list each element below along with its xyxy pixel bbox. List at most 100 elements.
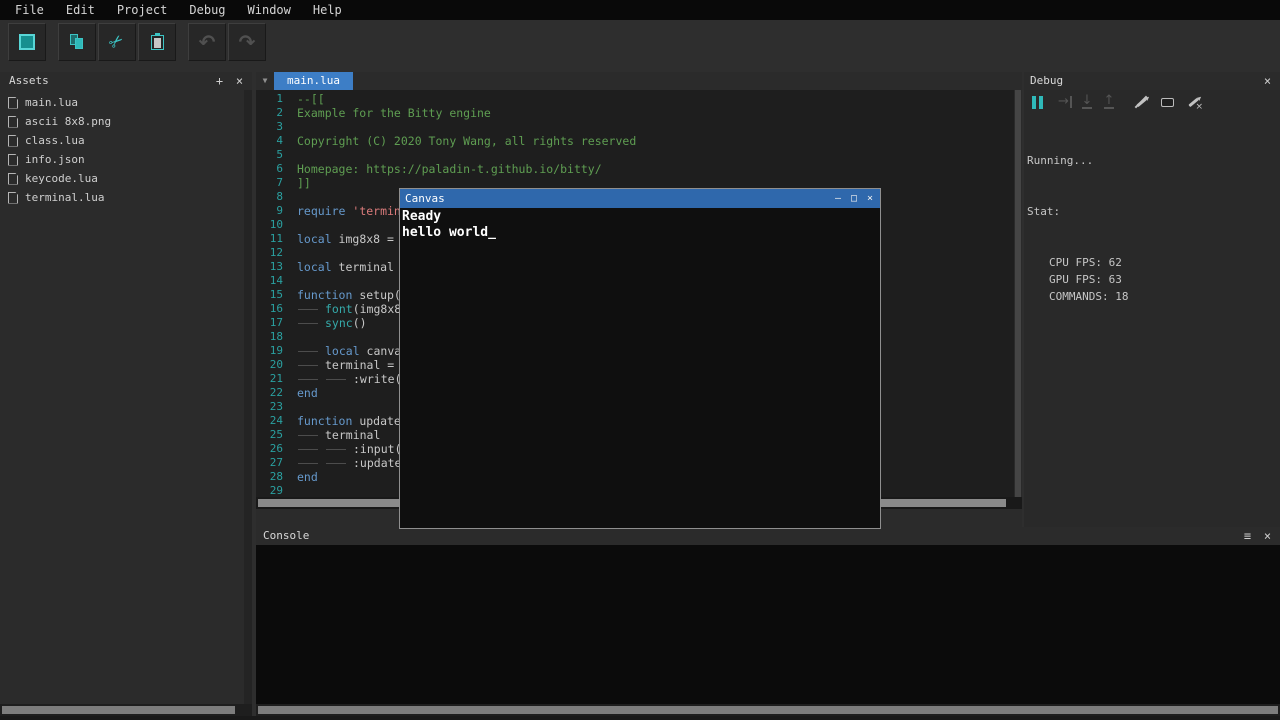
cut-button[interactable]: ✂ [98, 23, 136, 61]
menu-edit[interactable]: Edit [55, 0, 106, 20]
console-header: Console ≡ × [256, 527, 1280, 545]
file-icon [8, 116, 18, 128]
run-icon [19, 34, 35, 50]
menu-file[interactable]: File [4, 0, 55, 20]
asset-item-keycode-lua[interactable]: keycode.lua [0, 169, 252, 188]
stat-value: 18 [1115, 290, 1128, 303]
menu-debug[interactable]: Debug [178, 0, 236, 20]
tab-main-lua[interactable]: main.lua [274, 72, 353, 90]
paste-button[interactable] [138, 23, 176, 61]
scrollbar-thumb[interactable] [1015, 90, 1021, 497]
debug-body: Running... Stat: CPU FPS: 62GPU FPS: 63C… [1024, 114, 1280, 527]
line-number: 11 [256, 232, 283, 246]
redo-button[interactable]: ↷ [228, 23, 266, 61]
debug-toolbar: → ↓ ↑ × [1024, 90, 1280, 114]
debug-panel: Debug × → ↓ ↑ × Running.. [1024, 72, 1280, 527]
tab-list-dropdown-icon[interactable]: ▼ [256, 72, 274, 90]
console-close-button[interactable]: × [1261, 527, 1274, 545]
toggle-breakpoint-button[interactable] [1131, 92, 1151, 112]
line-number: 24 [256, 414, 283, 428]
minimize-button[interactable]: – [830, 191, 846, 207]
asset-label: info.json [25, 153, 85, 166]
undo-button[interactable]: ↶ [188, 23, 226, 61]
canvas-output-line: hello world_ [402, 225, 878, 241]
assets-header: Assets + × [0, 72, 252, 90]
asset-item-info-json[interactable]: info.json [0, 150, 252, 169]
pencil-slash-icon [1132, 94, 1150, 110]
asset-item-class-lua[interactable]: class.lua [0, 131, 252, 150]
code-line-4[interactable]: 4Copyright (C) 2020 Tony Wang, all right… [256, 134, 1022, 148]
assets-title: Assets [9, 72, 49, 90]
canvas-title: Canvas [405, 192, 445, 205]
assets-list: main.luaascii 8x8.png class.lua info.json k… [0, 90, 252, 207]
stat-label: CPU FPS: [1049, 256, 1109, 269]
code-line-6[interactable]: 6Homepage: https://paladin-t.github.io/b… [256, 162, 1022, 176]
asset-label: terminal.lua [25, 191, 104, 204]
disable-breakpoints-button[interactable] [1157, 92, 1177, 112]
paste-icon [151, 35, 164, 50]
step-over-button[interactable]: → [1055, 92, 1075, 112]
run-button[interactable] [8, 23, 46, 61]
close-button[interactable]: × [862, 191, 878, 207]
indent-guide [325, 442, 353, 456]
indent-guide [325, 456, 353, 470]
console-horizontal-scrollbar[interactable] [256, 704, 1280, 716]
assets-close-button[interactable]: × [233, 72, 246, 90]
window-bottom-edge [0, 716, 1280, 720]
maximize-button[interactable]: □ [846, 191, 862, 207]
indent-guide [297, 428, 325, 442]
line-number: 8 [256, 190, 283, 204]
asset-label: class.lua [25, 134, 85, 147]
debug-close-button[interactable]: × [1261, 72, 1274, 90]
step-into-icon: ↓ [1082, 95, 1093, 109]
asset-item-terminal-lua[interactable]: terminal.lua [0, 188, 252, 207]
stat-label: GPU FPS: [1049, 273, 1109, 286]
asset-item-main-lua[interactable]: main.lua [0, 93, 252, 112]
line-number: 1 [256, 92, 283, 106]
line-number: 2 [256, 106, 283, 120]
menu-project[interactable]: Project [106, 0, 179, 20]
code-line-1[interactable]: 1--[[ [256, 92, 1022, 106]
code-line-3[interactable]: 3 [256, 120, 1022, 134]
clear-breakpoints-button[interactable]: × [1183, 92, 1203, 112]
indent-guide [297, 372, 325, 386]
assets-horizontal-scrollbar[interactable] [0, 704, 252, 716]
breakpoint-tag-icon [1161, 98, 1174, 107]
cut-icon: ✂ [106, 31, 128, 53]
canvas-window: Canvas – □ × Readyhello world_ [399, 188, 881, 529]
code-line-2[interactable]: 2Example for the Bitty engine [256, 106, 1022, 120]
line-number: 22 [256, 386, 283, 400]
console-output [256, 545, 1280, 704]
step-out-button[interactable]: ↑ [1099, 92, 1119, 112]
scrollbar-thumb[interactable] [258, 706, 1278, 714]
stat-label: COMMANDS: [1049, 290, 1115, 303]
line-number: 29 [256, 484, 283, 497]
line-number: 23 [256, 400, 283, 414]
line-number: 3 [256, 120, 283, 134]
menu-help[interactable]: Help [302, 0, 353, 20]
scrollbar-thumb[interactable] [2, 706, 235, 714]
menubar: FileEditProjectDebugWindowHelp [0, 0, 1280, 20]
debug-stat: GPU FPS: 63 [1049, 271, 1280, 288]
step-into-button[interactable]: ↓ [1077, 92, 1097, 112]
menu-window[interactable]: Window [237, 0, 302, 20]
pause-button[interactable] [1027, 92, 1047, 112]
copy-button[interactable] [58, 23, 96, 61]
stat-value: 63 [1109, 273, 1122, 286]
canvas-output[interactable]: Readyhello world_ [400, 208, 880, 528]
copy-icon [69, 34, 85, 50]
console-menu-icon[interactable]: ≡ [1241, 527, 1254, 545]
asset-item-ascii-8x8-png[interactable]: ascii 8x8.png [0, 112, 252, 131]
indent-guide [297, 358, 325, 372]
editor-vertical-scrollbar[interactable] [1014, 90, 1022, 497]
add-asset-button[interactable]: + [213, 72, 226, 90]
debug-stat: COMMANDS: 18 [1049, 288, 1280, 305]
line-number: 21 [256, 372, 283, 386]
file-icon [8, 154, 18, 166]
assets-vertical-scrollbar[interactable] [244, 90, 252, 704]
code-line-5[interactable]: 5 [256, 148, 1022, 162]
line-number: 12 [256, 246, 283, 260]
line-number: 19 [256, 344, 283, 358]
file-icon [8, 192, 18, 204]
canvas-titlebar[interactable]: Canvas – □ × [400, 189, 880, 208]
